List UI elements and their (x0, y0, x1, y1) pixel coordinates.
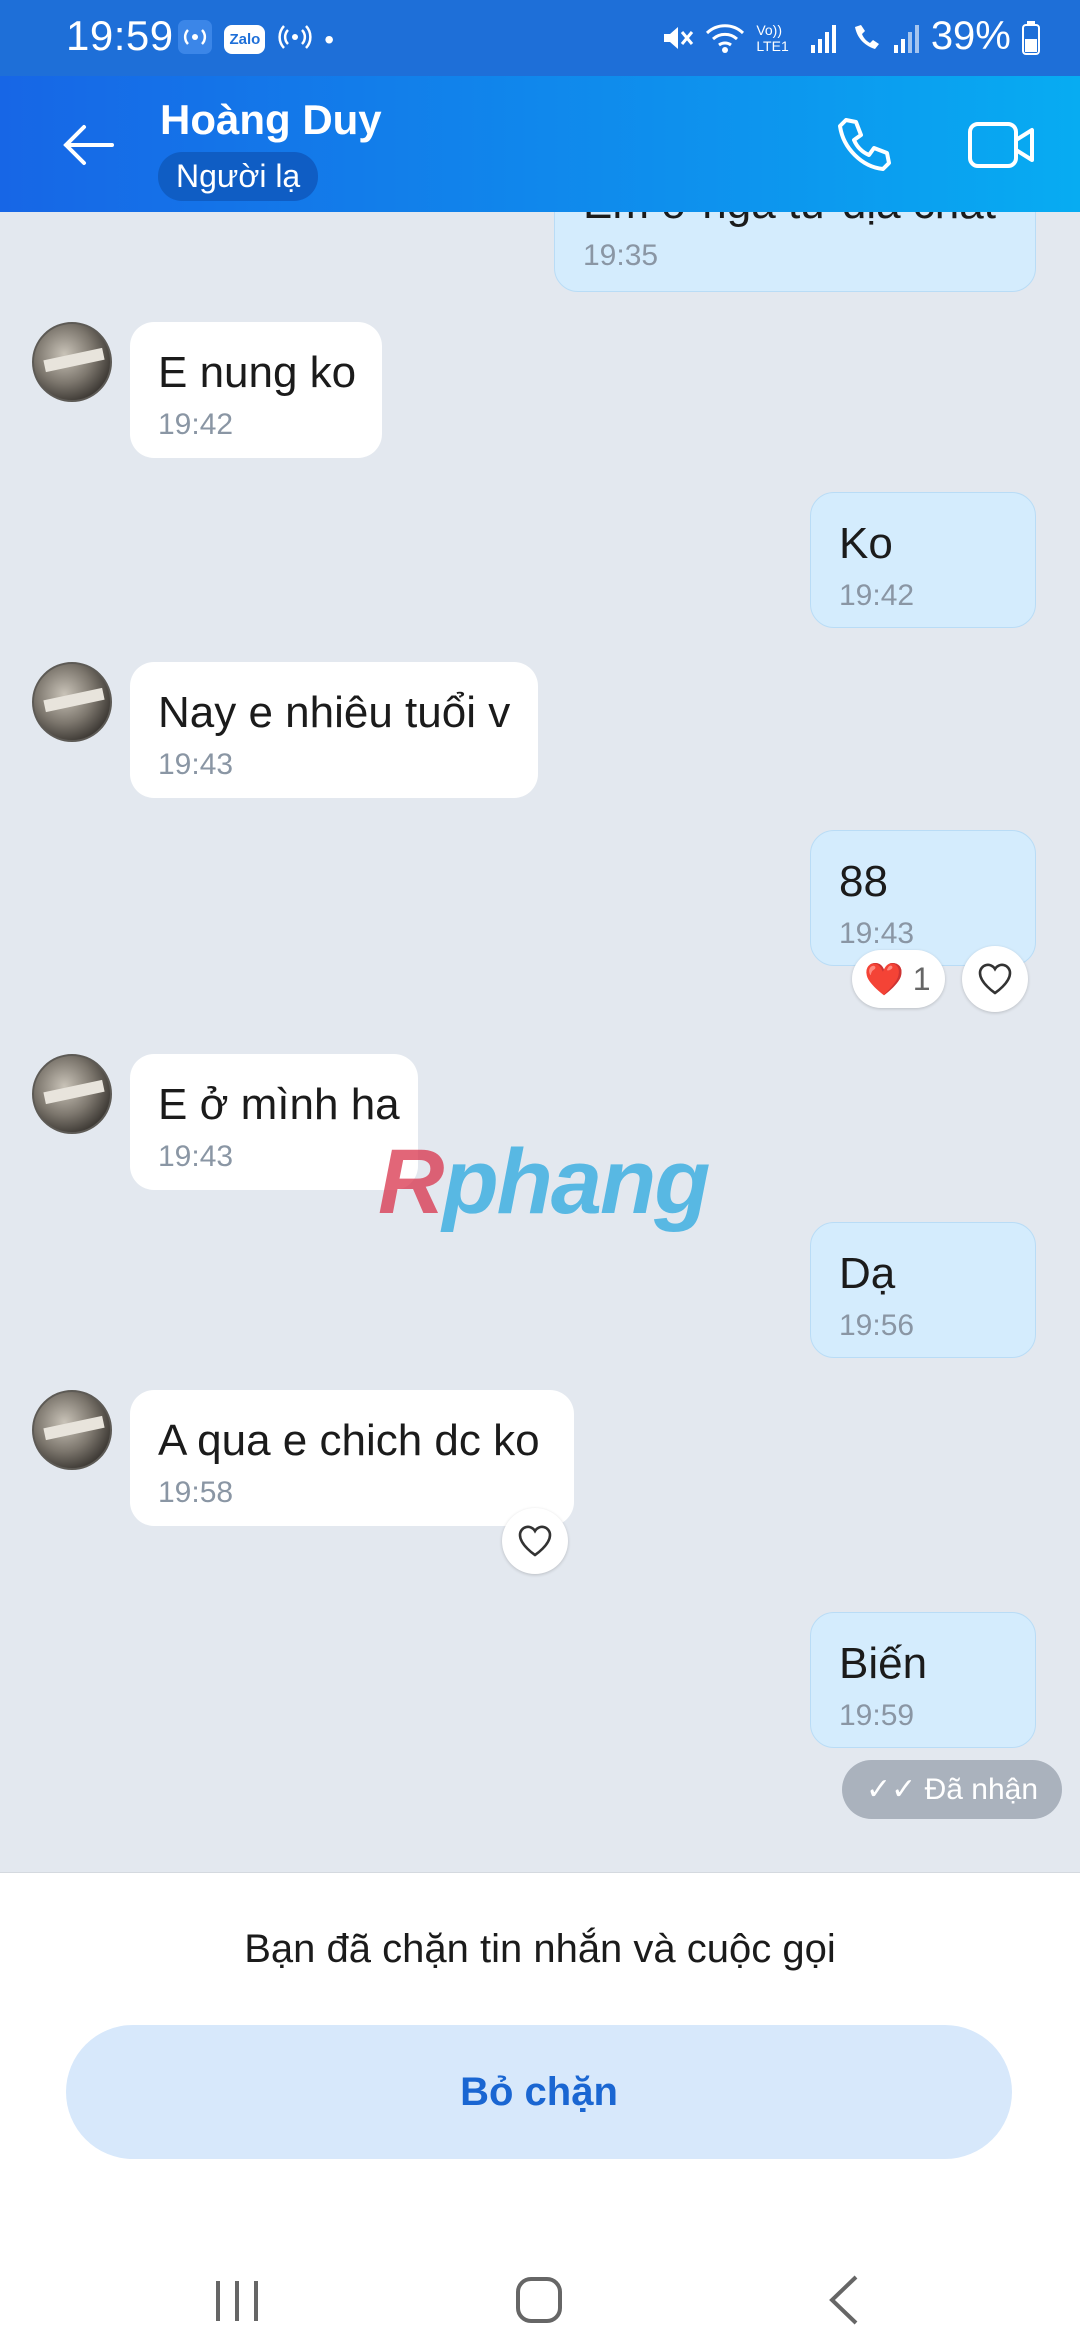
blocked-panel: Bạn đã chặn tin nhắn và cuộc gọi Bỏ chặn (0, 1872, 1080, 2341)
avatar[interactable] (32, 1054, 112, 1134)
message-bubble-incoming[interactable]: A qua e chich dc ko 19:58 (130, 1390, 574, 1526)
blocked-notice: Bạn đã chặn tin nhắn và cuộc gọi (244, 1927, 836, 1971)
message-bubble-outgoing[interactable]: Em ở ngã tư địa chất 19:35 (554, 212, 1036, 292)
voice-call-button[interactable] (832, 112, 898, 178)
delivery-status: ✓✓ Đã nhận (842, 1760, 1063, 1819)
video-call-button[interactable] (966, 114, 1038, 176)
message-time: 19:58 (158, 1476, 234, 1509)
contact-name[interactable]: Hoàng Duy (160, 96, 382, 144)
avatar[interactable] (32, 322, 112, 402)
back-button[interactable] (58, 114, 120, 176)
message-bubble-outgoing[interactable]: Ko 19:42 (810, 492, 1036, 628)
signal-icon (811, 25, 837, 54)
message-bubble-incoming[interactable]: Nay e nhiêu tuổi v 19:43 (130, 662, 538, 798)
reaction-summary[interactable]: ❤️ 1 (852, 950, 945, 1008)
heart-outline-icon (978, 963, 1012, 995)
zalo-notification-icon: Zalo (224, 25, 266, 54)
wifi-icon (706, 24, 745, 54)
message-time: 19:35 (583, 239, 659, 272)
phone-icon (838, 118, 891, 171)
react-button[interactable] (502, 1508, 568, 1574)
message-text: Ko (839, 519, 893, 568)
message-time: 19:43 (839, 917, 915, 950)
network-label: Vo)) LTE1 (756, 22, 789, 55)
message-bubble-incoming[interactable]: E ở mình ha 19:43 (130, 1054, 418, 1190)
react-button[interactable] (962, 946, 1028, 1012)
system-navigation-bar (0, 2253, 1080, 2341)
mute-icon (664, 27, 694, 50)
back-arrow-icon (63, 125, 114, 165)
recent-apps-icon[interactable] (214, 2279, 260, 2323)
message-text: Dạ (839, 1249, 896, 1298)
hotspot-icon (178, 20, 212, 59)
message-text: E ở mình ha (158, 1080, 400, 1129)
message-time: 19:42 (158, 408, 234, 441)
message-text: Em ở ngã tư địa chất (583, 212, 1007, 229)
more-notifications-dot: • (324, 23, 335, 55)
video-call-icon (968, 122, 1034, 168)
avatar[interactable] (32, 662, 112, 742)
message-time: 19:43 (158, 1140, 234, 1173)
battery-percent: 39% (930, 14, 1011, 58)
message-list[interactable]: Em ở ngã tư địa chất 19:35 E nung ko 19:… (0, 212, 1080, 1872)
watermark-logo: Rphang (378, 1131, 710, 1233)
hotspot-icon-2 (278, 20, 312, 59)
double-check-icon: ✓✓ (866, 1773, 925, 1806)
message-time: 19:59 (839, 1699, 915, 1732)
heart-reaction-icon: ❤️ (864, 961, 904, 997)
message-text: Nay e nhiêu tuổi v (158, 688, 511, 737)
message-bubble-incoming[interactable]: E nung ko 19:42 (130, 322, 382, 458)
battery-icon (1022, 21, 1040, 56)
system-back-icon[interactable] (828, 2275, 860, 2325)
stranger-badge: Người lạ (158, 152, 319, 201)
status-notification-icons: Zalo • (178, 20, 342, 58)
message-bubble-outgoing[interactable]: Biến 19:59 (810, 1612, 1036, 1748)
avatar[interactable] (32, 1390, 112, 1470)
status-bar: 19:59 Zalo • Vo)) LTE1 39% (0, 0, 1080, 76)
wifi-calling-icon (854, 25, 879, 50)
message-time: 19:56 (839, 1309, 915, 1342)
message-text: E nung ko (158, 348, 357, 397)
home-icon[interactable] (514, 2275, 564, 2325)
message-text: 88 (839, 857, 888, 906)
message-text: Biến (839, 1639, 928, 1688)
unblock-button[interactable]: Bỏ chặn (66, 2025, 1012, 2159)
message-time: 19:42 (839, 579, 915, 612)
message-text: A qua e chich dc ko (158, 1416, 540, 1465)
message-bubble-outgoing[interactable]: 88 19:43 (810, 830, 1036, 966)
status-right-cluster: Vo)) LTE1 39% (660, 14, 1040, 59)
status-time: 19:59 (66, 12, 174, 59)
reaction-count: 1 (912, 961, 931, 997)
signal-icon-2 (893, 25, 919, 54)
message-bubble-outgoing[interactable]: Dạ 19:56 (810, 1222, 1036, 1358)
heart-outline-icon (518, 1525, 552, 1557)
message-time: 19:43 (158, 748, 234, 781)
chat-header: Hoàng Duy Người lạ (0, 76, 1080, 212)
